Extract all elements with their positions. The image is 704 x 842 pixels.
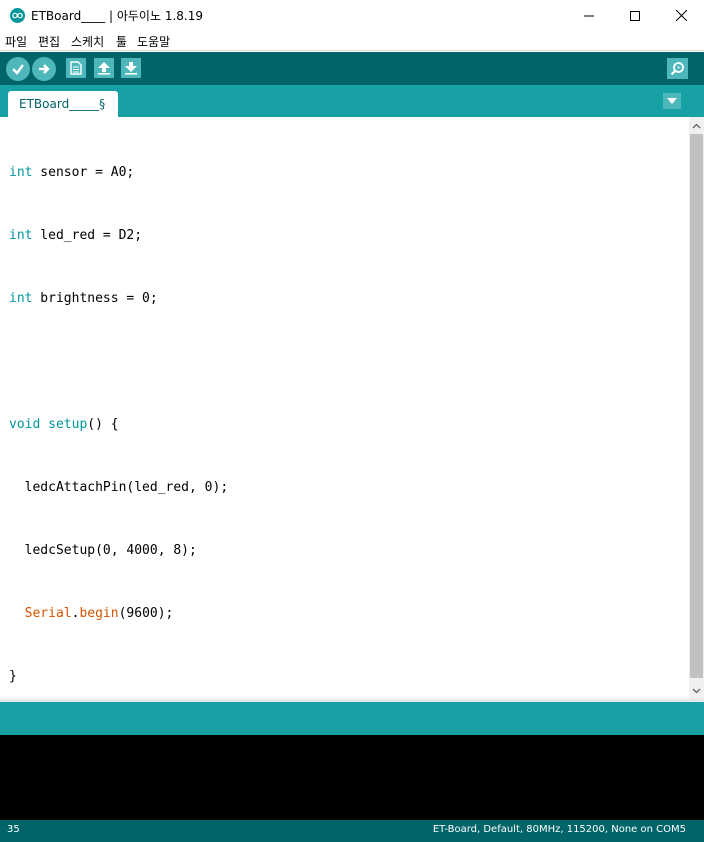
code-line: int led_red = D2; (9, 228, 143, 243)
line-number: 35 (7, 824, 20, 835)
menu-bar: 파일 편집 스케치 툴 도움말 (0, 31, 704, 51)
close-icon (675, 10, 687, 21)
editor-scrollbar[interactable] (689, 117, 704, 699)
maximize-button[interactable] (612, 0, 658, 31)
menu-tools[interactable]: 툴 (116, 33, 127, 50)
code-line: void setup() { (9, 417, 119, 432)
minimize-icon (584, 15, 594, 16)
code-line: ledcSetup(0, 4000, 8); (9, 543, 197, 558)
magnifier-icon (670, 62, 684, 76)
tab-label: ETBoard_____§ (19, 97, 106, 111)
upload-icon (39, 64, 50, 74)
code-line: } (9, 669, 17, 684)
code-class: Serial (24, 606, 72, 621)
chevron-down-icon (692, 688, 701, 693)
new-button[interactable] (66, 58, 86, 78)
tab-bar: ETBoard_____§ (0, 85, 704, 117)
code-method: begin (79, 606, 119, 621)
code-text[interactable]: int sensor = A0; int led_red = D2; int b… (9, 120, 228, 729)
scroll-up-button[interactable] (689, 117, 704, 134)
maximize-icon (630, 10, 640, 21)
code-function: setup (48, 417, 88, 432)
code-editor[interactable]: int sensor = A0; int led_red = D2; int b… (0, 117, 689, 699)
code-line: ledcAttachPin(led_red, 0); (9, 480, 229, 495)
window-title: ETBoard____ | 아두이노 1.8.19 (31, 9, 203, 23)
verify-button[interactable] (6, 57, 30, 81)
tab-menu-button[interactable] (663, 93, 681, 109)
toolbar (0, 52, 704, 85)
code-line: int sensor = A0; (9, 165, 135, 180)
menu-sketch[interactable]: 스케치 (71, 33, 104, 50)
serial-monitor-button[interactable] (667, 58, 688, 79)
menu-help[interactable]: 도움말 (137, 33, 170, 50)
upload-button[interactable] (32, 57, 56, 81)
new-file-icon (70, 61, 82, 75)
open-button[interactable] (94, 58, 114, 78)
tab-etboard[interactable]: ETBoard_____§ (8, 91, 118, 117)
minimize-button[interactable] (566, 0, 612, 31)
code-keyword: int (9, 165, 33, 180)
code-line: Serial.begin(9600); (24, 606, 174, 621)
status-bar: 35 ET-Board, Default, 80MHz, 115200, Non… (0, 820, 704, 842)
open-arrow-up-icon (98, 62, 110, 75)
chevron-up-icon (692, 123, 701, 128)
title-bar: ETBoard____ | 아두이노 1.8.19 (0, 0, 704, 31)
chevron-down-icon (667, 98, 677, 104)
close-button[interactable] (658, 0, 704, 31)
console-output[interactable] (0, 735, 704, 820)
menu-edit[interactable]: 편집 (38, 33, 60, 50)
code-keyword: void (9, 417, 41, 432)
menu-file[interactable]: 파일 (5, 33, 27, 50)
scroll-thumb[interactable] (690, 134, 703, 678)
save-arrow-down-icon (125, 62, 137, 75)
arduino-logo-icon (10, 8, 25, 23)
code-line: int brightness = 0; (9, 291, 158, 306)
code-keyword: int (9, 291, 33, 306)
message-bar (0, 702, 704, 735)
scroll-down-button[interactable] (689, 682, 704, 699)
save-button[interactable] (121, 58, 141, 78)
verify-icon (12, 64, 24, 75)
code-keyword: int (9, 228, 33, 243)
board-info: ET-Board, Default, 80MHz, 115200, None o… (432, 824, 686, 835)
